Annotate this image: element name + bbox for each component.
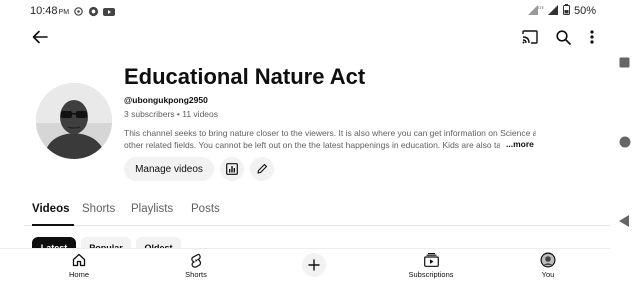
signal-icon (547, 4, 559, 18)
avatar-icon (513, 251, 583, 269)
analytics-button[interactable] (220, 157, 244, 181)
sync-icon (73, 4, 84, 22)
battery-icon (562, 4, 570, 18)
back-arrow-icon[interactable] (30, 27, 50, 47)
nav-subscriptions[interactable]: Subscriptions (396, 251, 466, 279)
create-plus-icon (308, 259, 320, 271)
status-ampm: PM (58, 9, 70, 16)
status-time-value: 10:48 (30, 5, 58, 17)
nav-home-label: Home (68, 270, 89, 279)
notification-icons (73, 4, 115, 22)
pencil-icon (257, 163, 268, 174)
tab-playlists[interactable]: Playlists (131, 203, 173, 215)
more-vert-icon[interactable] (582, 27, 602, 47)
channel-avatar[interactable] (36, 83, 112, 159)
back-triangle-icon[interactable] (619, 214, 630, 232)
status-right: LTE 50% (527, 4, 596, 18)
home-icon (44, 251, 114, 269)
search-icon[interactable] (553, 27, 573, 47)
system-nav-rail (610, 0, 640, 281)
manage-videos-button[interactable]: Manage videos (124, 157, 214, 181)
more-link[interactable]: ...more (500, 139, 534, 149)
nav-you[interactable]: You (513, 251, 583, 279)
top-app-bar (0, 22, 610, 52)
nav-you-label: You (541, 270, 555, 279)
description-line-1: This channel seeks to bring nature close… (124, 128, 536, 138)
description-line-2: other related fields. You cannot be left… (124, 140, 500, 150)
nav-shorts-label: Shorts (185, 270, 207, 279)
cast-icon[interactable] (520, 27, 540, 47)
analytics-icon (226, 163, 238, 175)
bottom-navigation: Home Shorts Subscriptions You (0, 248, 610, 281)
nav-subscriptions-label: Subscriptions (408, 270, 454, 279)
subscriptions-icon (396, 251, 466, 269)
network-type: LTE (538, 6, 544, 10)
tab-posts[interactable]: Posts (191, 203, 220, 215)
status-time: 10:48PM (30, 5, 69, 17)
settings-gear-icon (88, 4, 99, 22)
channel-title: Educational Nature Act (124, 64, 366, 89)
signal-lte-icon: LTE (527, 4, 544, 18)
nav-shorts[interactable]: Shorts (161, 251, 231, 279)
youtube-notification-icon (103, 4, 115, 22)
tab-shorts[interactable]: Shorts (82, 203, 115, 215)
home-circle-icon[interactable] (619, 135, 631, 153)
shorts-icon (161, 251, 231, 269)
status-bar: 10:48PM LTE 50% (0, 0, 610, 22)
recents-square-icon[interactable] (619, 55, 630, 73)
battery-percent: 50% (573, 5, 596, 17)
active-tab-indicator (32, 224, 74, 226)
tab-videos[interactable]: Videos (32, 203, 70, 215)
channel-handle: @ubongukpong2950 (124, 95, 208, 105)
nav-home[interactable]: Home (44, 251, 114, 279)
channel-description[interactable]: This channel seeks to bring nature close… (124, 127, 536, 151)
channel-stats: 3 subscribers • 11 videos (124, 109, 219, 119)
channel-tabs: Videos Shorts Playlists Posts (24, 196, 610, 226)
create-button[interactable] (302, 253, 326, 277)
edit-channel-button[interactable] (250, 157, 274, 181)
